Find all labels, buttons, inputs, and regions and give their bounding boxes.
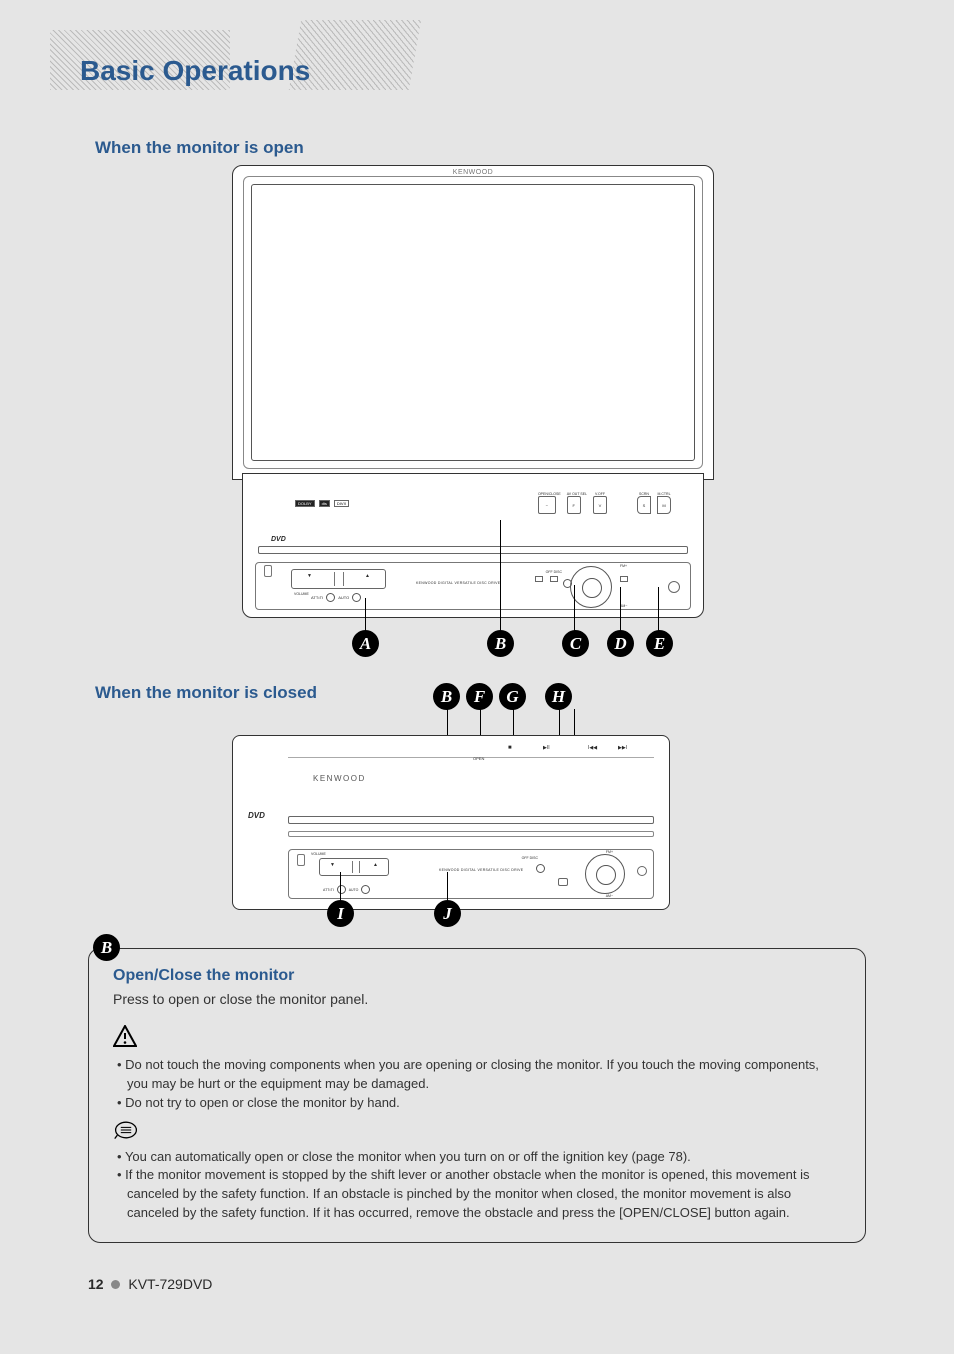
dts-logo: dts — [319, 500, 330, 507]
callout-e: E — [646, 630, 673, 657]
closed-top-row: OPEN ■ ▶II I◀◀ ▶▶I — [288, 748, 654, 758]
warning-list: Do not touch the moving components when … — [113, 1056, 841, 1113]
off-disc-label: OFF DISC — [546, 571, 562, 575]
callout-a: A — [352, 630, 379, 657]
page-footer: 12 KVT-729DVD — [88, 1276, 212, 1292]
page-title: Basic Operations — [80, 55, 310, 87]
figure-monitor-open: KENWOOD DOLBY dts DIVX OPEN/CLOSE − AV O… — [232, 165, 714, 665]
instruction-body: Press to open or close the monitor panel… — [113, 991, 841, 1007]
stop-icon[interactable]: ■ — [508, 745, 512, 751]
section-heading-open: When the monitor is open — [95, 138, 304, 158]
play-pause-button[interactable] — [550, 576, 558, 582]
callout-i: I — [327, 900, 354, 927]
vol-down-icon: ▼ — [330, 862, 335, 868]
volume-control[interactable]: ▼ ▲ VOLUME — [291, 569, 386, 589]
closed-bottom-panel: ▼ ▲ VOLUME ATT•TI AUTO KENWOOD DIGITAL V… — [288, 849, 654, 899]
instruction-box: B Open/Close the monitor Press to open o… — [88, 948, 866, 1243]
warning-icon — [113, 1025, 137, 1047]
att-button[interactable] — [326, 593, 335, 602]
callout-g: G — [499, 683, 526, 710]
section-heading-closed: When the monitor is closed — [95, 683, 317, 703]
base-top-panel: DOLBY dts DIVX OPEN/CLOSE − AV OUT SEL F… — [255, 480, 691, 532]
prev-track-icon[interactable]: I◀◀ — [588, 745, 597, 751]
page-number: 12 — [88, 1276, 104, 1292]
callout-f: F — [466, 683, 493, 710]
off-disc-button[interactable] — [536, 864, 545, 873]
play-pause-icon[interactable]: ▶II — [543, 745, 550, 751]
drive-label: KENWOOD DIGITAL VERSATILE DISC DRIVE — [439, 868, 523, 872]
format-logos: DOLBY dts DIVX — [295, 498, 400, 508]
note-item: You can automatically open or close the … — [117, 1148, 841, 1167]
vol-down-icon: ▼ — [307, 573, 312, 579]
closed-unit-frame: OPEN ■ ▶II I◀◀ ▶▶I KENWOOD DVD ▼ ▲ VOLUM… — [232, 735, 670, 910]
brand-logo: KENWOOD — [453, 169, 493, 176]
att-auto-closed: ATT•TI AUTO — [323, 885, 370, 894]
callout-b: B — [487, 630, 514, 657]
next-button[interactable] — [620, 576, 628, 582]
callout-j: J — [434, 900, 461, 927]
screen-display — [251, 184, 695, 461]
open-close-button[interactable]: OPEN/CLOSE − — [538, 492, 561, 514]
warning-item: Do not try to open or close the monitor … — [117, 1094, 841, 1113]
drive-label: KENWOOD DIGITAL VERSATILE DISC DRIVE — [416, 581, 500, 585]
closed-disc-line — [288, 831, 654, 837]
usb-slot — [264, 565, 272, 577]
callout-line — [658, 587, 659, 633]
mctrl-button[interactable]: M.CTRL M — [657, 492, 671, 514]
callout-h: H — [545, 683, 572, 710]
dvd-logo-closed: DVD — [248, 811, 265, 820]
dolby-logo: DOLBY — [295, 500, 315, 507]
callout-b2: B — [433, 683, 460, 710]
instruction-heading: Open/Close the monitor — [113, 967, 841, 985]
nav-center-closed[interactable] — [596, 865, 616, 885]
eject-button[interactable] — [558, 878, 568, 886]
warning-item: Do not touch the moving components when … — [117, 1056, 841, 1094]
monitor-screen-frame: KENWOOD — [232, 165, 714, 480]
avout-button[interactable]: AV OUT SEL F — [567, 492, 587, 514]
att-auto-controls: ATT•TI AUTO — [311, 593, 361, 602]
closed-display — [288, 766, 654, 806]
prev-button[interactable] — [535, 576, 543, 582]
scrn-button[interactable]: SCRN S — [637, 492, 651, 514]
vol-up-icon: ▲ — [373, 862, 378, 868]
note-item: If the monitor movement is stopped by th… — [117, 1166, 841, 1223]
callout-line — [574, 585, 575, 633]
figure-monitor-closed: OPEN ■ ▶II I◀◀ ▶▶I KENWOOD DVD ▼ ▲ VOLUM… — [232, 735, 670, 910]
att-button[interactable] — [337, 885, 346, 894]
instruction-tab-b: B — [93, 934, 120, 961]
callout-line — [365, 598, 366, 633]
model-number: KVT-729DVD — [128, 1276, 212, 1292]
nav-center-button[interactable] — [582, 578, 602, 598]
aux-button[interactable] — [668, 581, 680, 593]
navigation-wheel[interactable] — [570, 566, 612, 608]
nav-wheel-closed[interactable] — [585, 854, 625, 894]
footer-dot-icon — [111, 1280, 120, 1289]
callout-d: D — [607, 630, 634, 657]
brand-logo-closed: KENWOOD — [313, 774, 366, 783]
auto-button[interactable] — [352, 593, 361, 602]
dvd-logo: DVD — [271, 536, 286, 543]
next-track-icon[interactable]: ▶▶I — [618, 745, 627, 751]
monitor-base-panel: DOLBY dts DIVX OPEN/CLOSE − AV OUT SEL F… — [242, 473, 704, 618]
right-control-cluster: FM+ AM− — [570, 566, 680, 606]
vol-up-icon: ▲ — [365, 573, 370, 579]
volume-control-closed[interactable]: ▼ ▲ — [319, 858, 389, 876]
disc-slot — [258, 546, 688, 554]
minus-icon: − — [538, 496, 556, 514]
callout-line — [500, 520, 501, 632]
note-icon — [113, 1119, 139, 1141]
closed-disc-slot — [288, 816, 654, 824]
usb-slot — [297, 854, 305, 866]
note-list: You can automatically open or close the … — [113, 1148, 841, 1223]
auto-button[interactable] — [361, 885, 370, 894]
voff-button[interactable]: V.OFF V — [593, 492, 607, 514]
divx-logo: DIVX — [334, 500, 349, 507]
callout-c: C — [562, 630, 589, 657]
aux-button[interactable] — [637, 866, 647, 876]
callout-line — [620, 587, 621, 633]
top-button-cluster: OPEN/CLOSE − AV OUT SEL F V.OFF V SCRN S — [538, 492, 671, 514]
base-bottom-panel: ▼ ▲ VOLUME ATT•TI AUTO KENWOOD DIGITAL V… — [255, 562, 691, 610]
